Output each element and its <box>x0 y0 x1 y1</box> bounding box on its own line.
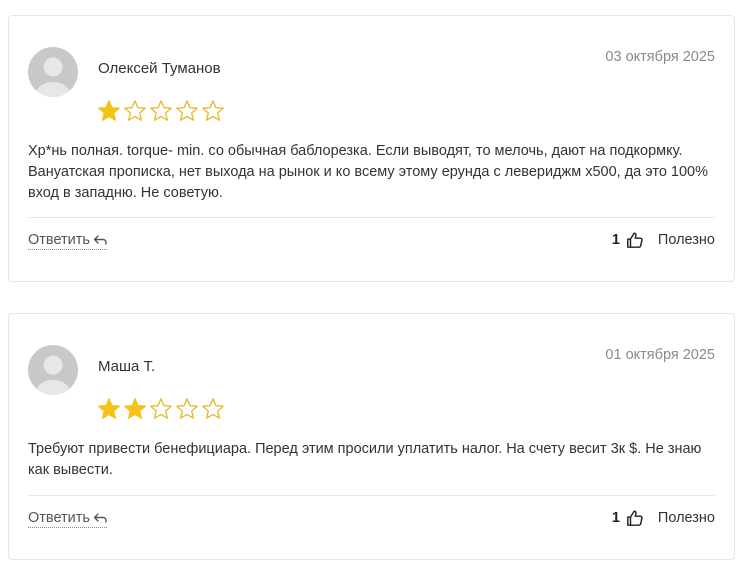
star-filled-icon <box>98 100 120 121</box>
star-empty-icon <box>150 100 172 121</box>
useful-block: 1 Полезно <box>612 509 715 527</box>
rating-stars <box>97 99 225 123</box>
review-author: Маша Т. <box>98 358 156 375</box>
thumbs-up-icon[interactable] <box>626 231 644 249</box>
avatar <box>28 345 78 395</box>
useful-block: 1 Полезно <box>612 231 715 249</box>
review-date: 03 октября 2025 <box>605 49 715 65</box>
reply-button[interactable]: Ответить <box>28 510 107 528</box>
review-author: Олексей Туманов <box>98 60 221 77</box>
review-card: Маша Т. 01 октября 2025 Требуют привести… <box>8 313 735 560</box>
review-date: 01 октября 2025 <box>605 347 715 363</box>
reply-button[interactable]: Ответить <box>28 232 107 250</box>
star-filled-icon <box>98 398 120 419</box>
useful-label[interactable]: Полезно <box>658 232 715 248</box>
useful-label[interactable]: Полезно <box>658 510 715 526</box>
rating-stars <box>97 397 225 421</box>
thumbs-up-icon[interactable] <box>626 509 644 527</box>
divider <box>28 217 715 218</box>
review-text: Хр*нь полная. torque- min. со обычная ба… <box>28 143 708 201</box>
useful-count: 1 <box>611 232 620 248</box>
star-empty-icon <box>124 100 146 121</box>
star-empty-icon <box>176 398 198 419</box>
reply-arrow-icon <box>93 513 107 523</box>
star-empty-icon <box>202 100 224 121</box>
divider <box>28 495 715 496</box>
avatar <box>28 47 78 97</box>
star-filled-icon <box>124 398 146 419</box>
review-text: Требуют привести бенефициара. Перед этим… <box>28 441 702 478</box>
reply-label: Ответить <box>28 510 90 526</box>
star-empty-icon <box>176 100 198 121</box>
star-empty-icon <box>202 398 224 419</box>
reply-arrow-icon <box>93 235 107 245</box>
star-empty-icon <box>150 398 172 419</box>
review-card: Олексей Туманов 03 октября 2025 Хр*нь по… <box>8 15 735 282</box>
reply-label: Ответить <box>28 232 90 248</box>
useful-count: 1 <box>611 510 620 526</box>
